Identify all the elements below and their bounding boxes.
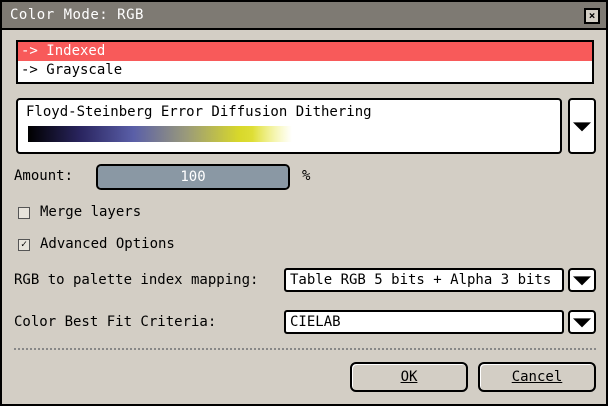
merge-layers-checkbox[interactable] <box>18 207 30 219</box>
dithering-dropdown-button[interactable] <box>568 98 596 154</box>
best-fit-select[interactable]: CIELAB <box>284 310 564 334</box>
best-fit-dropdown-button[interactable] <box>568 310 596 334</box>
color-mode-list[interactable]: -> Indexed -> Grayscale <box>16 40 594 84</box>
list-item-indexed[interactable]: -> Indexed <box>18 42 592 61</box>
dithering-preview <box>28 126 292 142</box>
dithering-dropdown[interactable]: Floyd-Steinberg Error Diffusion Ditherin… <box>16 98 562 154</box>
advanced-options-label[interactable]: Advanced Options <box>40 236 175 252</box>
mapping-value: Table RGB 5 bits + Alpha 3 bits <box>290 272 552 288</box>
mapping-label: RGB to palette index mapping: <box>14 272 259 288</box>
cancel-button-label: Cancel <box>511 369 563 385</box>
mapping-dropdown-button[interactable] <box>568 268 596 292</box>
best-fit-value: CIELAB <box>290 314 341 330</box>
title-bar[interactable]: Color Mode: RGB × <box>2 2 606 30</box>
dithering-label: Floyd-Steinberg Error Diffusion Ditherin… <box>26 104 372 120</box>
chevron-down-icon <box>573 318 591 328</box>
close-icon[interactable]: × <box>584 8 600 24</box>
amount-unit: % <box>302 168 311 184</box>
advanced-options-checkbox[interactable]: ✓ <box>18 239 30 251</box>
check-icon: ✓ <box>20 239 28 250</box>
amount-value: 100 <box>180 169 206 185</box>
best-fit-label: Color Best Fit Criteria: <box>14 314 217 330</box>
chevron-down-icon <box>573 276 591 286</box>
amount-label: Amount: <box>14 168 74 184</box>
color-mode-dialog: Color Mode: RGB × -> Indexed -> Grayscal… <box>0 0 608 406</box>
dialog-title: Color Mode: RGB <box>10 7 144 23</box>
mapping-select[interactable]: Table RGB 5 bits + Alpha 3 bits <box>284 268 564 292</box>
divider <box>14 348 596 350</box>
ok-button-label: OK <box>400 369 418 385</box>
cancel-button[interactable]: Cancel <box>478 362 596 392</box>
list-item-grayscale[interactable]: -> Grayscale <box>18 61 592 80</box>
merge-layers-label[interactable]: Merge layers <box>40 204 141 220</box>
amount-slider[interactable]: 100 <box>96 164 290 190</box>
ok-button[interactable]: OK <box>350 362 468 392</box>
chevron-down-icon <box>573 122 591 132</box>
